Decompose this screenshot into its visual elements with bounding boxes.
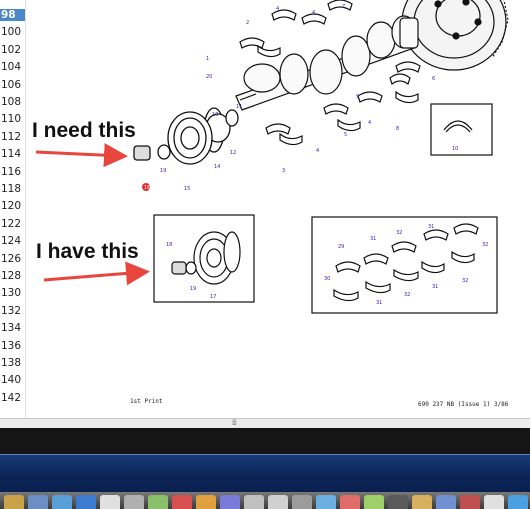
dock-app-icon[interactable] — [100, 495, 120, 509]
line-number: 118 — [1, 183, 22, 195]
dock-app-icon[interactable] — [148, 495, 168, 509]
callout-15: 15 — [184, 186, 190, 192]
line-number-gutter: 98 100 102 104 106 108 110 112 114 116 118 120 122 12… — [0, 0, 26, 418]
callout-4d: 4 — [368, 120, 371, 126]
dock-app-icon[interactable] — [196, 495, 216, 509]
dock-app-icon[interactable] — [388, 495, 408, 509]
callout-12: 12 — [230, 150, 236, 156]
dock-app-icon[interactable] — [316, 495, 336, 509]
callout-16: 16 — [144, 185, 150, 191]
crankshaft-drawing — [235, 15, 419, 111]
callout-e32a: 32 — [396, 230, 402, 236]
line-number: 122 — [1, 217, 22, 230]
callout-8: 8 — [396, 126, 399, 132]
line-number: 106 — [1, 78, 22, 91]
line-number: 112 — [1, 130, 22, 143]
have-arrow — [43, 261, 150, 286]
callout-e29: 29 — [338, 244, 344, 250]
line-number: 124 — [1, 235, 22, 248]
line-number: 102 — [1, 43, 22, 56]
dock-app-icon[interactable] — [508, 495, 528, 509]
footer-print-label: 1st Print — [130, 398, 163, 405]
dock-app-icon[interactable] — [412, 495, 432, 509]
line-number: 134 — [1, 322, 22, 335]
line-number: 136 — [1, 339, 22, 352]
line-number: 120 — [1, 200, 22, 213]
dock-app-icon[interactable] — [340, 495, 360, 509]
dock-app-icon[interactable] — [124, 495, 144, 509]
document-canvas: 1 2 4 4 7 20 11 12 13 14 15 19 16 3 4 5 … — [26, 0, 530, 418]
callout-3: 3 — [282, 168, 285, 174]
callout-9: 9 — [356, 94, 359, 100]
callout-20: 20 — [206, 74, 212, 80]
dock-app-icon[interactable] — [220, 495, 240, 509]
dock-app-icon[interactable] — [460, 495, 480, 509]
footer-doc-ref: 690 237 NB (Issue 1) 3/86 — [418, 401, 509, 408]
callout-19: 19 — [160, 168, 166, 174]
callout-e31b: 31 — [428, 224, 434, 230]
line-number: 116 — [1, 165, 22, 178]
pulley-assembly-main — [133, 107, 239, 165]
callout-7: 7 — [342, 4, 345, 10]
dock-app-icon[interactable] — [292, 495, 312, 509]
line-number: 114 — [1, 148, 22, 161]
parts-diagram: 1 2 4 4 7 20 11 12 13 14 15 19 16 3 4 5 … — [35, 0, 509, 314]
line-number: 128 — [1, 270, 22, 282]
callout-e32b: 32 — [482, 242, 488, 248]
callout-d17: 17 — [210, 294, 216, 300]
callout-4b: 4 — [312, 10, 315, 16]
callout-4a: 4 — [276, 6, 279, 12]
line-number: 140 — [1, 374, 22, 387]
splitter-grip-icon[interactable]: ⁞⁞⁞⁞ — [232, 420, 237, 427]
dock-app-icon[interactable] — [436, 495, 456, 509]
dock-app-icon[interactable] — [28, 495, 48, 509]
dock-app-icon[interactable] — [4, 495, 24, 509]
dock-app-icon[interactable] — [76, 495, 96, 509]
callout-6: 6 — [432, 76, 435, 82]
callout-2: 2 — [246, 20, 249, 26]
detail-box-bearing-shells — [311, 216, 498, 314]
dock-app-icon[interactable] — [484, 495, 504, 509]
callout-e32c: 32 — [404, 292, 410, 298]
detail-box-thrust-washers — [430, 103, 493, 156]
line-number: 132 — [1, 304, 22, 317]
callout-e31d: 31 — [432, 284, 438, 290]
dock-app-icon[interactable] — [172, 495, 192, 509]
line-number: 108 — [1, 96, 22, 108]
callout-10: 10 — [452, 146, 458, 152]
detail-box-pulley — [153, 214, 255, 303]
dock-app-icon[interactable] — [52, 495, 72, 509]
taskbar-panel — [0, 454, 530, 493]
callout-e30: 30 — [324, 276, 330, 282]
callout-d19: 19 — [190, 286, 196, 292]
line-number: 98 — [0, 9, 25, 21]
dock-app-icon[interactable] — [364, 495, 384, 509]
line-number: 130 — [1, 287, 22, 300]
callout-11: 11 — [236, 104, 242, 110]
need-label: I need this — [32, 119, 136, 142]
line-number: 104 — [1, 61, 22, 74]
line-number: 110 — [1, 113, 22, 126]
status-bar — [0, 428, 530, 454]
callout-e31a: 31 — [370, 236, 376, 242]
line-number: 142 — [1, 391, 22, 404]
line-number: 100 — [1, 26, 22, 39]
line-number: 126 — [1, 252, 22, 265]
callout-e31c: 31 — [376, 300, 382, 306]
callout-d18: 18 — [166, 242, 172, 248]
have-label: I have this — [36, 240, 139, 263]
callout-e32d: 32 — [462, 278, 468, 284]
callout-14: 14 — [214, 164, 220, 170]
callout-5: 5 — [344, 132, 347, 138]
need-arrow — [35, 143, 128, 168]
callout-4c: 4 — [316, 148, 319, 154]
dock-app-icon[interactable] — [244, 495, 264, 509]
callout-1: 1 — [206, 56, 209, 62]
callout-13: 13 — [212, 112, 218, 118]
line-number: 138 — [1, 357, 22, 369]
dock-app-icon[interactable] — [268, 495, 288, 509]
